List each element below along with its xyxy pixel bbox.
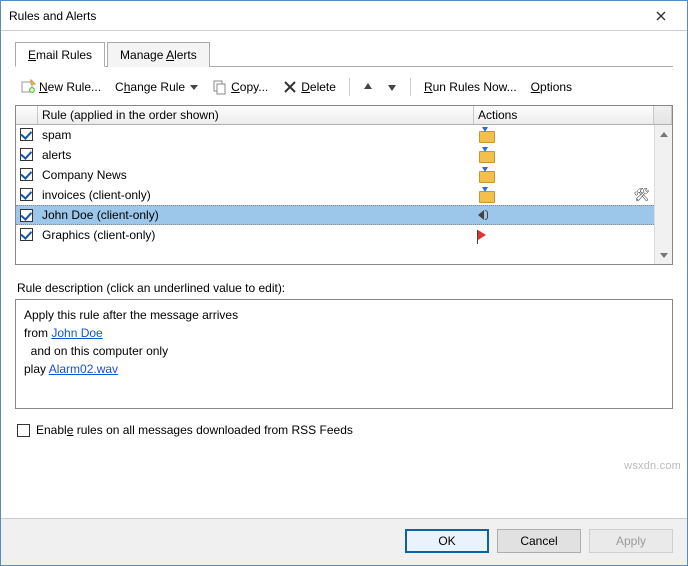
row-checkbox-cell: [16, 206, 38, 224]
delete-icon: [282, 79, 298, 95]
delete-button[interactable]: Delete: [279, 77, 339, 97]
toolbar: New Rule... Change Rule Copy... Delete: [15, 67, 673, 105]
row-actions: 🛠: [474, 185, 654, 204]
desc-line: Apply this rule after the message arrive…: [24, 306, 664, 324]
rss-label: Enable rules on all messages downloaded …: [36, 423, 353, 437]
table-row[interactable]: John Doe (client-only): [16, 205, 672, 225]
table-row[interactable]: Graphics (client-only): [16, 225, 672, 245]
play-sound-icon: [478, 210, 488, 220]
rule-description-box: Apply this rule after the message arrive…: [15, 299, 673, 409]
row-checkbox[interactable]: [20, 168, 33, 181]
row-rule-name: alerts: [38, 145, 474, 164]
desc-link-play[interactable]: Alarm02.wav: [49, 362, 118, 376]
close-button[interactable]: [639, 2, 683, 30]
dialog-footer: OK Cancel Apply: [1, 518, 687, 565]
arrow-down-icon: [387, 82, 397, 92]
row-checkbox[interactable]: [20, 188, 33, 201]
row-actions: [474, 165, 654, 184]
move-to-folder-icon: [478, 148, 494, 162]
table-row[interactable]: spam: [16, 125, 672, 145]
table-row[interactable]: Company News: [16, 165, 672, 185]
row-checkbox-cell: [16, 145, 38, 164]
client-only-tools-icon: 🛠: [633, 187, 650, 202]
row-actions: [474, 225, 654, 244]
row-rule-name: John Doe (client-only): [38, 206, 474, 224]
copy-icon: [212, 79, 228, 95]
flag-icon: [478, 230, 486, 240]
tab-manage-alerts[interactable]: Manage Alerts: [107, 42, 210, 67]
new-rule-icon: [20, 79, 36, 95]
row-checkbox-cell: [16, 125, 38, 144]
move-down-button[interactable]: [384, 80, 400, 94]
desc-link-from[interactable]: John Doe: [51, 326, 102, 340]
close-icon: [656, 11, 666, 21]
copy-button[interactable]: Copy...: [209, 77, 271, 97]
rules-list-header: Rule (applied in the order shown) Action…: [16, 106, 672, 125]
row-actions: [474, 145, 654, 164]
titlebar: Rules and Alerts: [1, 1, 687, 31]
rules-and-alerts-dialog: Rules and Alerts Email Rules Manage Aler…: [0, 0, 688, 566]
rules-list: Rule (applied in the order shown) Action…: [15, 105, 673, 265]
row-checkbox[interactable]: [20, 128, 33, 141]
rules-list-body: spamalertsCompany Newsinvoices (client-o…: [16, 125, 672, 264]
scrollbar[interactable]: [654, 125, 672, 264]
window-title: Rules and Alerts: [9, 9, 639, 23]
scroll-down-button[interactable]: [655, 246, 672, 264]
row-checkbox[interactable]: [20, 228, 33, 241]
move-to-folder-icon: [478, 188, 494, 202]
header-checkbox-col[interactable]: [16, 106, 38, 124]
change-rule-button[interactable]: Change Rule: [112, 78, 201, 96]
scroll-up-button[interactable]: [655, 125, 672, 143]
move-to-folder-icon: [478, 168, 494, 182]
desc-line: and on this computer only: [24, 342, 664, 360]
table-row[interactable]: invoices (client-only) 🛠: [16, 185, 672, 205]
row-checkbox[interactable]: [20, 209, 33, 222]
separator: [410, 78, 411, 96]
row-rule-name: spam: [38, 125, 474, 144]
move-up-button[interactable]: [360, 80, 376, 94]
dialog-body: Email Rules Manage Alerts New Rule... Ch…: [1, 31, 687, 518]
rule-description-label: Rule description (click an underlined va…: [17, 281, 673, 295]
header-rule-col[interactable]: Rule (applied in the order shown): [38, 106, 474, 124]
ok-button[interactable]: OK: [405, 529, 489, 553]
row-checkbox[interactable]: [20, 148, 33, 161]
desc-line: from John Doe: [24, 324, 664, 342]
chevron-down-icon: [190, 85, 198, 90]
tabstrip: Email Rules Manage Alerts: [15, 41, 673, 67]
row-checkbox-cell: [16, 185, 38, 204]
header-scroll-col: [654, 106, 672, 124]
header-actions-col[interactable]: Actions: [474, 106, 654, 124]
separator: [349, 78, 350, 96]
desc-line: play Alarm02.wav: [24, 360, 664, 378]
new-rule-button[interactable]: New Rule...: [17, 77, 104, 97]
rss-checkbox[interactable]: [17, 424, 30, 437]
apply-button[interactable]: Apply: [589, 529, 673, 553]
row-actions: [474, 125, 654, 144]
row-checkbox-cell: [16, 165, 38, 184]
table-row[interactable]: alerts: [16, 145, 672, 165]
rss-enable-row: Enable rules on all messages downloaded …: [17, 423, 671, 437]
move-to-folder-icon: [478, 128, 494, 142]
watermark: wsxdn.com: [624, 460, 681, 472]
cancel-button[interactable]: Cancel: [497, 529, 581, 553]
arrow-up-icon: [363, 82, 373, 92]
options-button[interactable]: Options: [528, 78, 575, 96]
row-actions: [474, 206, 654, 224]
row-rule-name: Graphics (client-only): [38, 225, 474, 244]
row-rule-name: Company News: [38, 165, 474, 184]
row-checkbox-cell: [16, 225, 38, 244]
row-rule-name: invoices (client-only): [38, 185, 474, 204]
run-rules-now-button[interactable]: Run Rules Now...: [421, 78, 520, 96]
tab-email-rules[interactable]: Email Rules: [15, 42, 105, 67]
